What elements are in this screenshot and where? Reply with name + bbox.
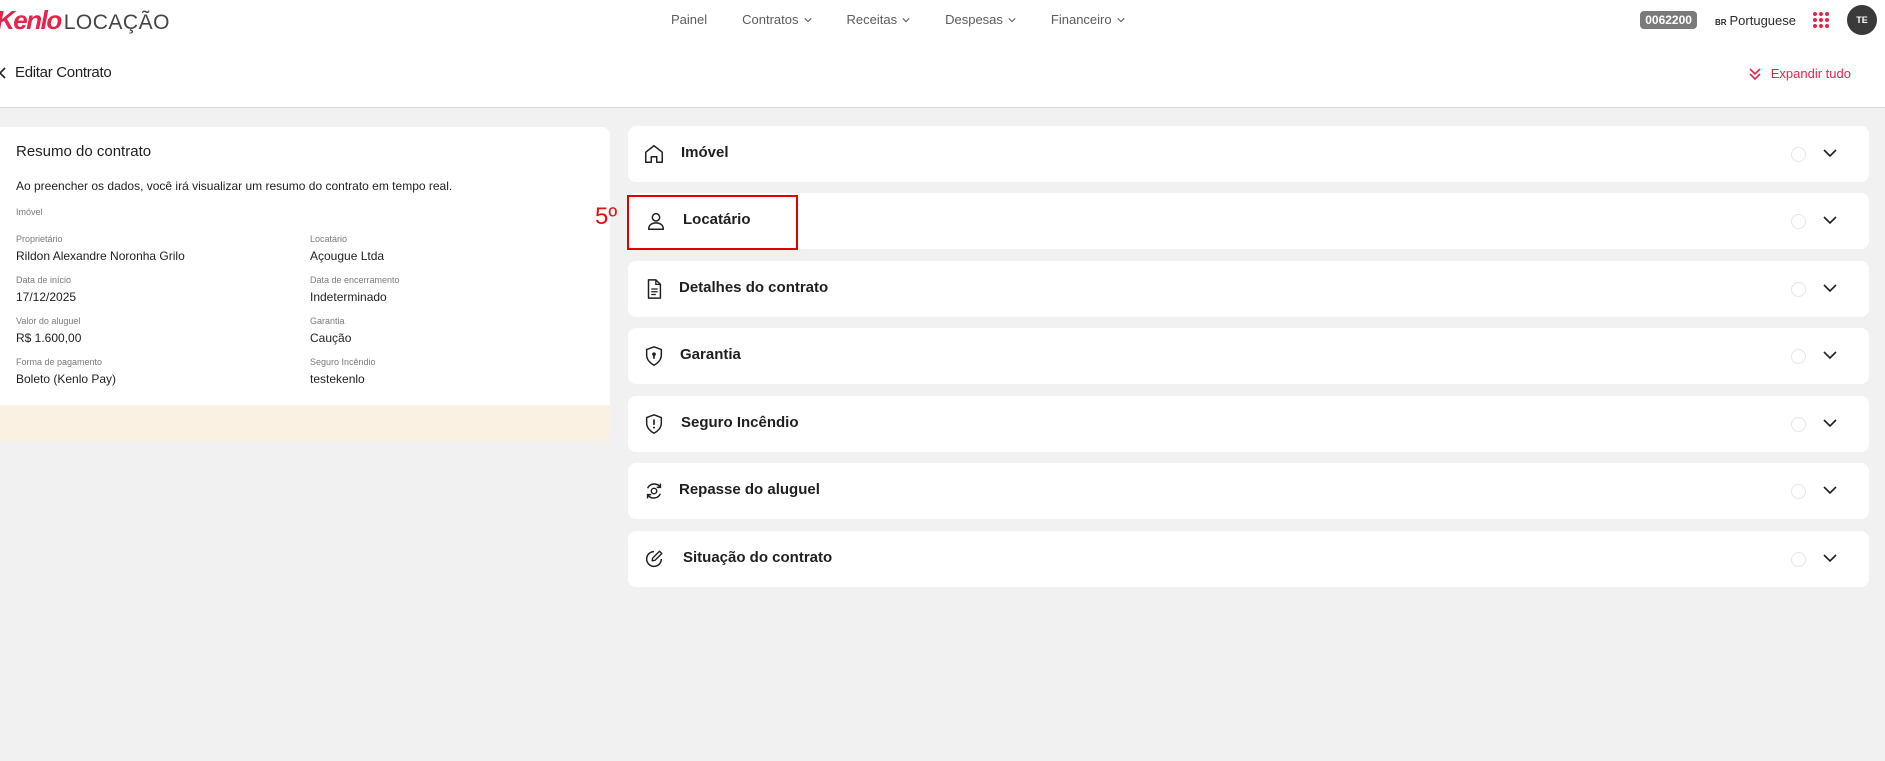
logo-brand: Kenlo bbox=[0, 5, 62, 35]
nav-right-tools: 0062200 BR Portuguese TE bbox=[1640, 4, 1885, 36]
top-navbar: Kenlo LOCAÇÃO Painel Contratos Receitas … bbox=[0, 0, 1885, 40]
chevron-down-icon bbox=[1117, 17, 1125, 22]
section-detalhes-contrato[interactable]: Detalhes do contrato bbox=[628, 261, 1869, 317]
section-imovel[interactable]: Imóvel bbox=[628, 126, 1869, 182]
double-chevron-down-icon bbox=[1749, 67, 1761, 80]
section-label: Garantia bbox=[680, 346, 741, 363]
transfer-icon bbox=[646, 483, 662, 499]
field-value: Indeterminado bbox=[310, 290, 387, 304]
chevron-down-icon[interactable] bbox=[1823, 284, 1837, 293]
field-label: Valor do aluguel bbox=[16, 316, 81, 326]
annotation-highlight-box bbox=[627, 195, 798, 250]
section-label: Seguro Incêndio bbox=[681, 414, 799, 431]
field-value: testekenlo bbox=[310, 372, 365, 386]
field-label: Locatário bbox=[310, 234, 348, 244]
section-label: Imóvel bbox=[681, 144, 729, 161]
menu-label: Receitas bbox=[846, 12, 898, 27]
summary-footer bbox=[0, 405, 610, 441]
menu-contratos[interactable]: Contratos bbox=[742, 12, 812, 27]
imovel-label: Imóvel bbox=[16, 207, 43, 217]
menu-label: Painel bbox=[671, 12, 708, 27]
menu-label: Financeiro bbox=[1050, 12, 1112, 27]
status-indicator bbox=[1791, 484, 1806, 499]
main-menu: Painel Contratos Receitas Despesas Finan… bbox=[671, 12, 1160, 27]
chevron-down-icon[interactable] bbox=[1823, 486, 1837, 495]
field-label: Data de encerramento bbox=[310, 275, 400, 285]
section-label: Situação do contrato bbox=[683, 549, 833, 566]
page-header: Editar Contrato Expandir tudo bbox=[0, 40, 1885, 108]
field-label: Proprietário bbox=[16, 234, 63, 244]
chevron-down-icon bbox=[902, 17, 910, 22]
summary-title: Resumo do contrato bbox=[16, 143, 152, 160]
menu-label: Contratos bbox=[742, 12, 799, 27]
language-label: Portuguese bbox=[1729, 12, 1797, 28]
field-label: Data de início bbox=[16, 275, 72, 285]
page-title: Editar Contrato bbox=[15, 64, 112, 81]
chevron-down-icon[interactable] bbox=[1823, 419, 1837, 428]
expand-all-button[interactable]: Expandir tudo bbox=[1748, 66, 1851, 81]
status-indicator bbox=[1791, 147, 1806, 162]
chevron-down-icon[interactable] bbox=[1823, 216, 1837, 225]
section-label: Detalhes do contrato bbox=[679, 279, 829, 296]
chevron-down-icon[interactable] bbox=[1823, 351, 1837, 360]
status-indicator bbox=[1791, 214, 1806, 229]
menu-despesas[interactable]: Despesas bbox=[945, 12, 1016, 27]
chevron-down-icon[interactable] bbox=[1823, 554, 1837, 563]
field-value: Caução bbox=[310, 331, 352, 345]
kenlo-logo[interactable]: Kenlo LOCAÇÃO bbox=[0, 5, 170, 36]
menu-painel[interactable]: Painel bbox=[671, 12, 707, 27]
avatar[interactable]: TE bbox=[1847, 5, 1877, 35]
account-code-badge: 0062200 bbox=[1640, 11, 1697, 29]
summary-description: Ao preencher os dados, você irá visualiz… bbox=[16, 179, 453, 193]
field-value: Rildon Alexandre Noronha Grilo bbox=[16, 249, 185, 263]
field-value: 17/12/2025 bbox=[16, 290, 77, 304]
menu-label: Despesas bbox=[945, 12, 1003, 27]
section-locatario[interactable]: Locatário bbox=[628, 193, 1869, 249]
logo-product: LOCAÇÃO bbox=[63, 11, 170, 34]
status-indicator bbox=[1791, 282, 1806, 297]
expand-all-label: Expandir tudo bbox=[1770, 66, 1851, 81]
field-value: Açougue Ltda bbox=[310, 249, 385, 263]
annotation-step-number: 5º bbox=[595, 203, 618, 230]
section-garantia[interactable]: Garantia bbox=[628, 328, 1869, 384]
section-label: Repasse do aluguel bbox=[679, 481, 820, 498]
status-indicator bbox=[1791, 417, 1806, 432]
chevron-down-icon[interactable] bbox=[1823, 149, 1837, 158]
shield-lock-icon bbox=[645, 346, 663, 366]
contract-summary-card: Resumo do contrato Ao preencher os dados… bbox=[0, 127, 610, 441]
edit-circle-icon bbox=[645, 550, 663, 568]
back-arrow-icon[interactable] bbox=[0, 67, 8, 79]
apps-grid-icon[interactable] bbox=[1813, 12, 1829, 28]
field-value: R$ 1.600,00 bbox=[16, 331, 82, 345]
menu-receitas[interactable]: Receitas bbox=[847, 12, 911, 27]
chevron-down-icon bbox=[1008, 17, 1016, 22]
menu-financeiro[interactable]: Financeiro bbox=[1051, 12, 1125, 27]
section-situacao-contrato[interactable]: Situação do contrato bbox=[628, 531, 1869, 587]
section-repasse-aluguel[interactable]: Repasse do aluguel bbox=[628, 463, 1869, 519]
field-label: Seguro Incêndio bbox=[310, 357, 376, 367]
document-icon bbox=[647, 279, 662, 299]
shield-alert-icon bbox=[645, 414, 663, 434]
home-icon bbox=[645, 145, 663, 163]
field-label: Forma de pagamento bbox=[16, 357, 103, 367]
chevron-down-icon bbox=[803, 17, 812, 22]
field-value: Boleto (Kenlo Pay) bbox=[16, 372, 117, 386]
language-selector[interactable]: BR Portuguese bbox=[1715, 13, 1796, 28]
status-indicator bbox=[1791, 349, 1806, 364]
status-indicator bbox=[1791, 552, 1806, 567]
section-seguro-incendio[interactable]: Seguro Incêndio bbox=[628, 396, 1869, 452]
field-label: Garantia bbox=[310, 316, 345, 326]
country-code: BR bbox=[1714, 17, 1727, 27]
